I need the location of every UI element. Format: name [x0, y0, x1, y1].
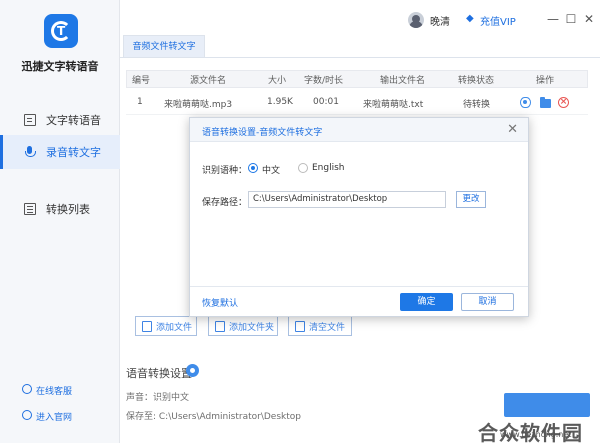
- online-support-link[interactable]: 在线客服: [22, 384, 73, 397]
- sidebar-item-speech-to-text[interactable]: 录音转文字: [0, 135, 120, 169]
- radio-chinese[interactable]: [248, 163, 258, 173]
- restore-defaults-link[interactable]: 恢复默认: [202, 296, 238, 309]
- sidebar-item-label: 转换列表: [46, 203, 90, 216]
- app-name: 迅捷文字转语音: [21, 60, 99, 73]
- sidebar-item-conversion-list[interactable]: 转换列表: [0, 192, 120, 226]
- change-path-button[interactable]: 更改: [456, 191, 486, 208]
- dialog-footer-divider: [190, 286, 528, 287]
- sidebar-item-text-to-speech[interactable]: 文字转语音: [0, 103, 120, 137]
- official-site-link[interactable]: 进入官网: [22, 410, 73, 423]
- sidebar-item-label: 录音转文字: [46, 146, 101, 159]
- microphone-icon: [24, 146, 36, 158]
- avatar[interactable]: [408, 12, 424, 28]
- logo-letter: T: [57, 24, 66, 38]
- username[interactable]: 晚清: [430, 13, 450, 28]
- app-logo: T: [44, 14, 78, 48]
- ok-button[interactable]: 确定: [400, 293, 453, 311]
- tab-audio-to-text[interactable]: 音频文件转文字: [123, 35, 205, 57]
- option-english-label[interactable]: English: [312, 163, 345, 173]
- dialog-close-icon[interactable]: ✕: [507, 123, 518, 136]
- minimize-button[interactable]: —: [546, 12, 560, 26]
- option-chinese-label[interactable]: 中文: [262, 163, 280, 176]
- maximize-button[interactable]: ☐: [564, 12, 578, 26]
- online-support-label: 在线客服: [36, 387, 73, 397]
- sidebar: T 迅捷文字转语音 文字转语音 录音转文字 转换列表 在线客服 进入官网: [0, 0, 120, 443]
- radio-english[interactable]: [298, 163, 308, 173]
- conversion-settings-dialog: 语音转换设置-音频文件转文字 ✕ 识别语种： 中文 English 保存路径： …: [189, 117, 529, 317]
- headset-icon: [22, 384, 32, 394]
- close-window-button[interactable]: ✕: [582, 12, 596, 26]
- save-path-input[interactable]: C:\Users\Administrator\Desktop: [248, 191, 446, 208]
- globe-icon: [22, 410, 32, 420]
- language-label: 识别语种：: [202, 166, 248, 176]
- save-path-label: 保存路径：: [202, 198, 248, 208]
- sidebar-item-label: 文字转语音: [46, 114, 101, 127]
- cancel-button[interactable]: 取消: [461, 293, 514, 311]
- dialog-header: 语音转换设置-音频文件转文字 ✕: [190, 118, 528, 142]
- diamond-icon: ◆: [466, 13, 474, 24]
- vip-recharge-link[interactable]: 充值VIP: [480, 13, 516, 28]
- list-icon: [24, 203, 36, 215]
- dialog-title: 语音转换设置-音频文件转文字: [202, 128, 323, 138]
- official-site-label: 进入官网: [36, 413, 73, 423]
- document-icon: [24, 114, 36, 126]
